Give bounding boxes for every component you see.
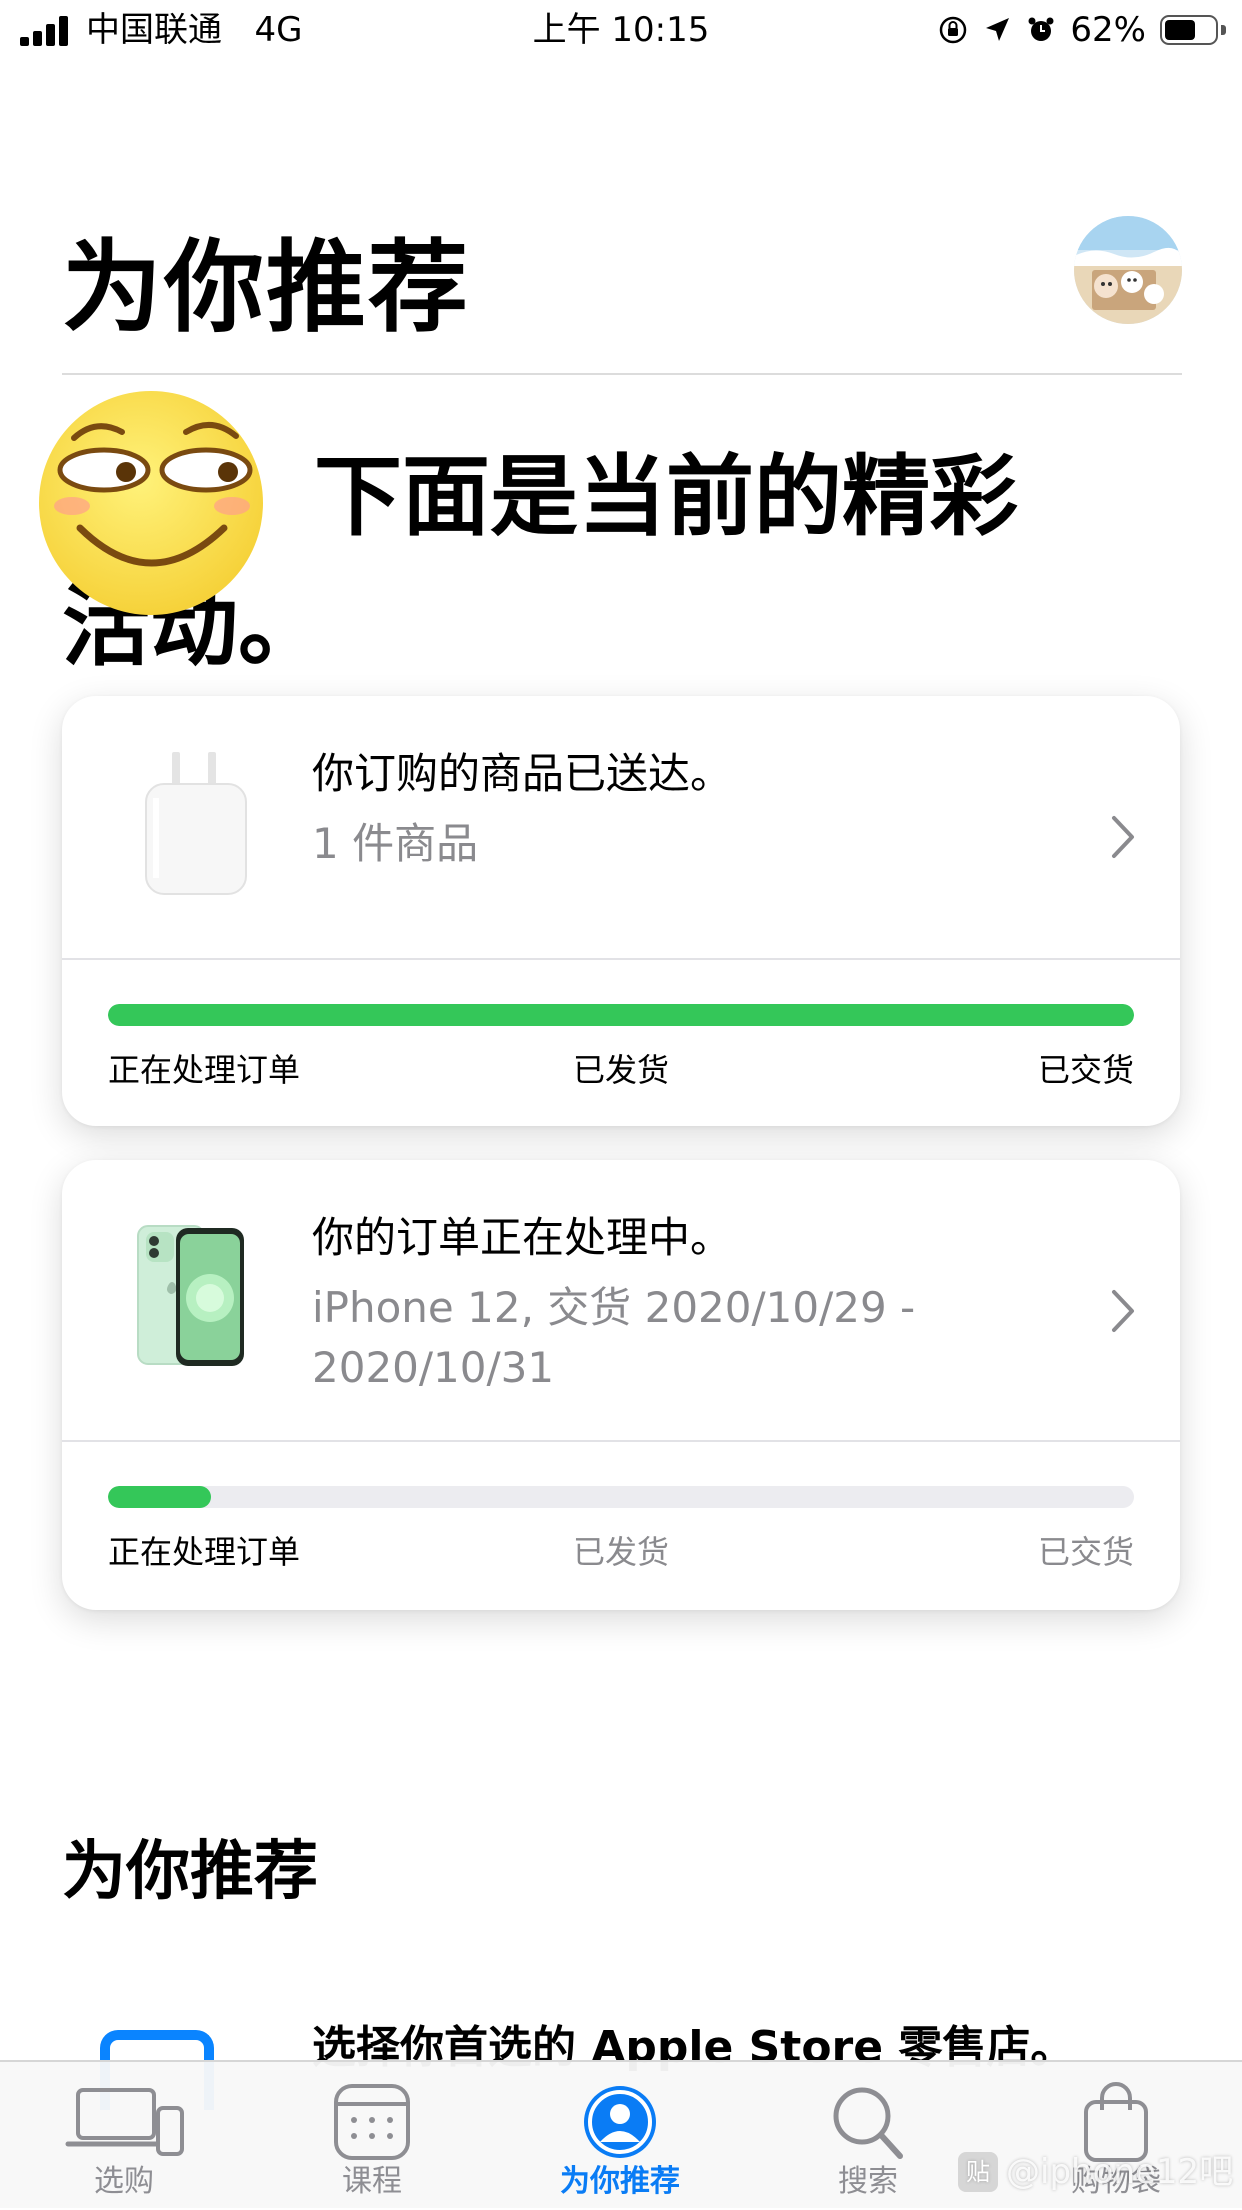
battery-icon: [1160, 15, 1226, 45]
order-title: 你的订单正在处理中。: [312, 1213, 733, 1262]
order-card[interactable]: 你的订单正在处理中。 iPhone 12, 交货 2020/10/29 - 20…: [62, 1160, 1180, 1610]
card-divider: [62, 1440, 1180, 1442]
tab-search[interactable]: 搜索: [744, 2062, 992, 2210]
stage-delivered: 已交货: [1037, 1051, 1134, 1089]
calendar-icon: [334, 2084, 410, 2160]
order-progress-fill: [108, 1004, 1134, 1026]
order-subtitle: iPhone 12, 交货 2020/10/29 - 2020/10/31: [312, 1283, 916, 1392]
order-progress-track: [108, 1486, 1134, 1508]
card-divider: [62, 958, 1180, 960]
order-subtitle: 1 件商品: [312, 819, 479, 868]
charger-icon: [145, 752, 247, 895]
recommend-section-title: 为你推荐: [62, 1835, 318, 1909]
avatar-image: [1074, 216, 1182, 324]
chevron-right-icon: [1112, 816, 1134, 858]
iphone-icon: [137, 1225, 244, 1366]
stage-shipped: 已发货: [572, 1051, 669, 1089]
header-divider: [62, 373, 1182, 375]
alarm-icon: [1028, 17, 1054, 41]
order-title: 你订购的商品已送达。: [312, 749, 733, 798]
location-icon: [986, 18, 1010, 41]
battery-percent: 62%: [1070, 10, 1146, 50]
tab-shop[interactable]: 选购: [0, 2062, 248, 2210]
chevron-right-icon: [1112, 1290, 1134, 1332]
watermark: 贴 @iphone12吧: [958, 2150, 1233, 2194]
order-card[interactable]: 你订购的商品已送达。 1 件商品 正在处理订单 已发货 已交货: [62, 696, 1180, 1126]
tab-sessions[interactable]: 课程: [248, 2062, 496, 2210]
order-progress-track: [108, 1004, 1134, 1026]
tab-label: 课程: [342, 2164, 402, 2199]
page-title: 为你推荐: [62, 229, 470, 346]
tab-label: 选购: [94, 2164, 154, 2199]
stage-delivered: 已交货: [1037, 1533, 1134, 1571]
orientation-lock-icon: [940, 16, 967, 44]
tab-label: 为你推荐: [560, 2164, 680, 2199]
status-bar: 中国联通 4G 上午 10:15 62%: [0, 0, 1242, 62]
search-icon: [833, 2087, 903, 2159]
headline-line1: 下面是当前的精彩: [314, 445, 1019, 548]
watermark-logo-icon: 贴: [958, 2152, 998, 2192]
stage-shipped: 已发货: [572, 1533, 669, 1571]
status-right-group: 62%: [938, 10, 1226, 50]
order-progress-fill: [108, 1486, 211, 1508]
avatar[interactable]: [1074, 216, 1182, 324]
smirk-emoji-sticker: [39, 391, 263, 615]
person-icon: [584, 2086, 656, 2158]
devices-icon: [65, 2088, 184, 2156]
tab-label: 搜索: [838, 2164, 898, 2199]
tab-for-you[interactable]: 为你推荐: [496, 2062, 744, 2210]
